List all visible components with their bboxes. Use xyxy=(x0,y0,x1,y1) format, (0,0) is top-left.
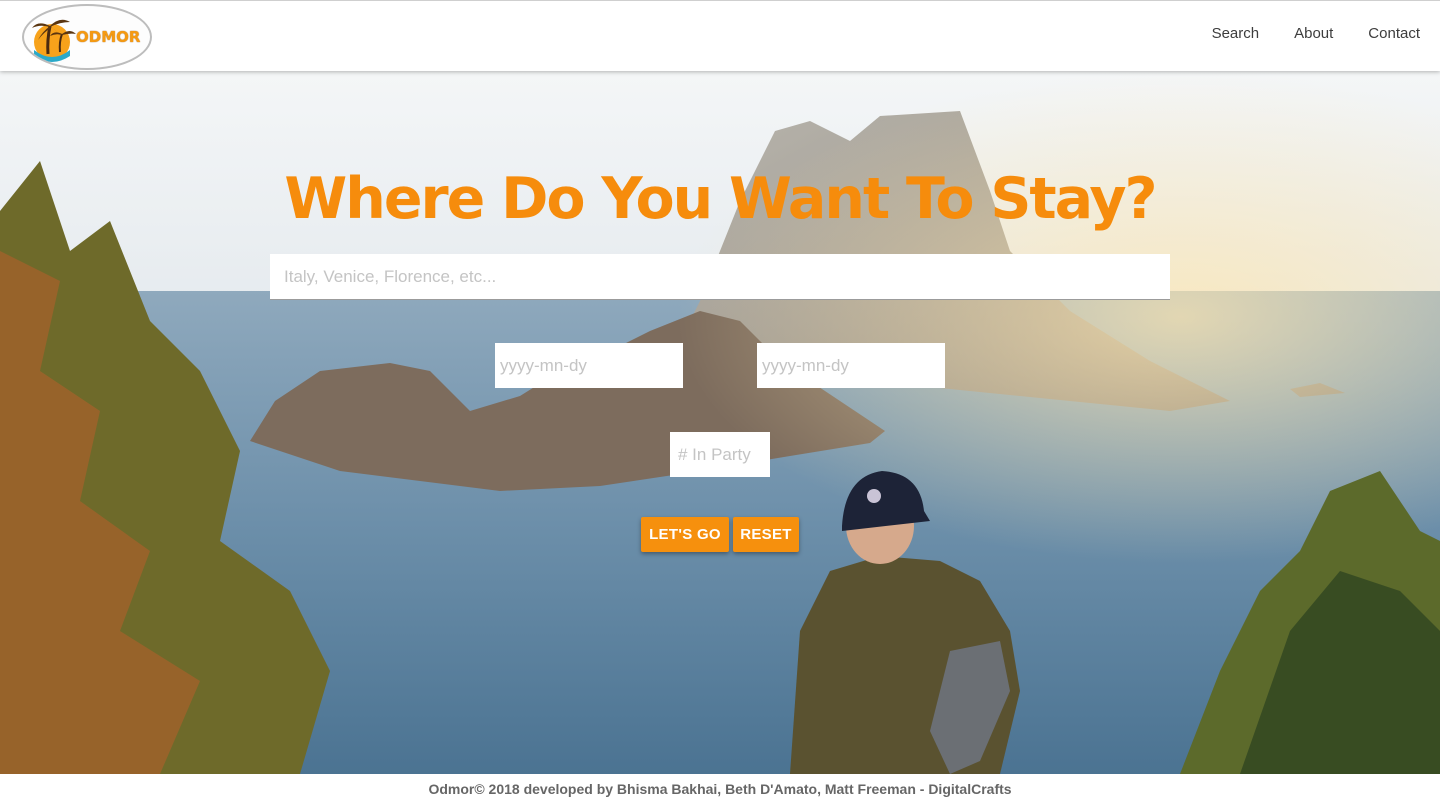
footer-text: Odmor© 2018 developed by Bhisma Bakhai, … xyxy=(428,781,1012,797)
page-title: Where Do You Want To Stay? xyxy=(284,166,1157,232)
checkin-date-input[interactable] xyxy=(495,343,683,388)
footer: Odmor© 2018 developed by Bhisma Bakhai, … xyxy=(0,774,1440,805)
checkout-date-input[interactable] xyxy=(757,343,945,388)
hero-section: Where Do You Want To Stay? LET'S GO RESE… xyxy=(0,71,1440,774)
nav-about-link[interactable]: About xyxy=(1294,25,1333,42)
reset-button[interactable]: RESET xyxy=(733,517,799,552)
lets-go-button[interactable]: LET'S GO xyxy=(641,517,729,552)
nav-search-link[interactable]: Search xyxy=(1212,25,1260,42)
navbar: ODMOR Search About Contact xyxy=(0,0,1440,71)
destination-search-input[interactable] xyxy=(270,254,1170,300)
logo-text: ODMOR xyxy=(76,28,141,46)
party-size-input[interactable] xyxy=(670,432,770,477)
logo[interactable]: ODMOR xyxy=(22,4,152,70)
nav-links: Search About Contact xyxy=(1212,25,1420,42)
palm-tree-icon xyxy=(32,19,76,62)
nav-contact-link[interactable]: Contact xyxy=(1368,25,1420,42)
